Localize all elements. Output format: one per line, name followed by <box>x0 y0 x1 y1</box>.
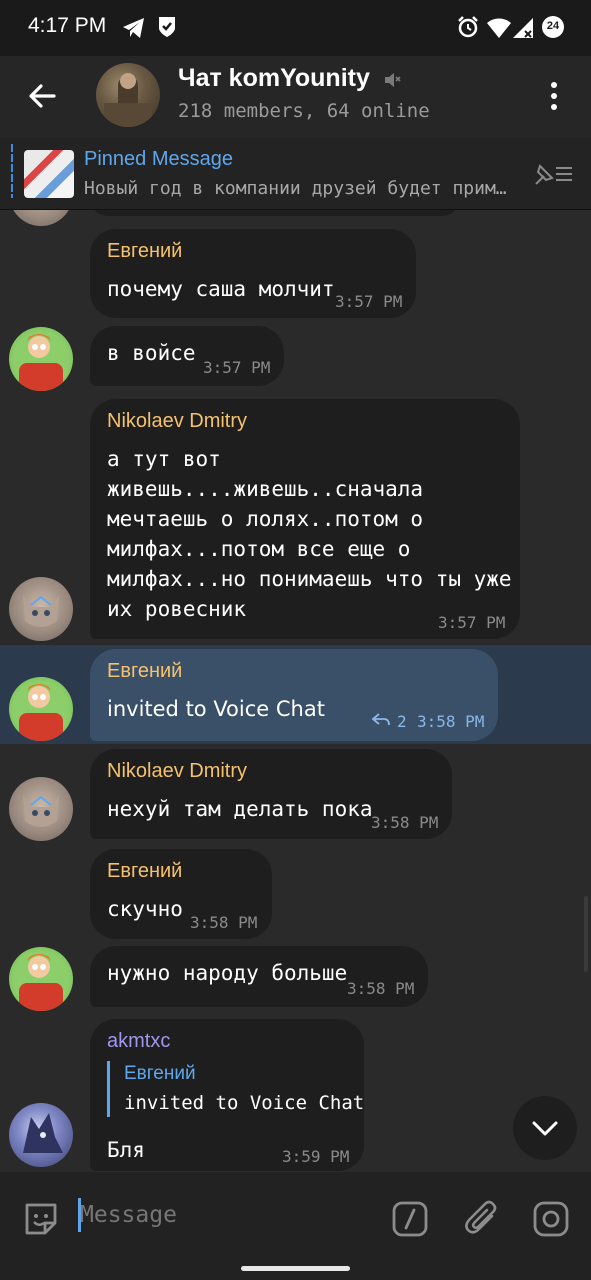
message-time: 3:57 PM <box>335 292 403 311</box>
message-bubble[interactable]: нужно народу больше 3:58 PM <box>90 946 428 1007</box>
battery-level: 24 <box>546 20 560 32</box>
message-sender[interactable]: Евгений <box>107 660 182 683</box>
message-bubble[interactable]: Nikolaev Dmitry а тут вот живешь....живе… <box>90 399 520 639</box>
reply-quote-sender: Евгений <box>124 1063 196 1084</box>
wifi-icon <box>486 17 512 43</box>
scrollbar[interactable] <box>584 896 588 972</box>
chat-title[interactable]: Чат komYounity <box>178 64 370 93</box>
scroll-down-button[interactable] <box>513 1096 577 1160</box>
home-indicator[interactable] <box>241 1266 350 1271</box>
pinned-list-icon[interactable] <box>532 160 574 192</box>
status-bar: 4:17 PM 24 <box>0 0 591 56</box>
pinned-indicator <box>11 144 13 198</box>
avatar[interactable] <box>9 1103 73 1167</box>
shield-check-icon <box>157 15 177 43</box>
pinned-title: Pinned Message <box>84 148 233 170</box>
avatar[interactable] <box>9 777 73 841</box>
signal-icon <box>512 17 534 43</box>
pinned-text: Новый год в компании друзей будет прим… <box>84 178 507 199</box>
message-sender[interactable]: Евгений <box>107 860 182 883</box>
message-time: 3:58 PM <box>190 913 258 932</box>
reply-arrow-icon <box>371 712 390 731</box>
message-bubble[interactable]: Евгений почему саша молчит 3:57 PM <box>90 229 416 318</box>
avatar[interactable] <box>9 327 73 391</box>
message-input-bar: Message <box>0 1172 591 1280</box>
status-time: 4:17 PM <box>28 14 107 37</box>
message-bubble[interactable]: akmtxc Евгений invited to Voice Chat Бля… <box>90 1019 364 1171</box>
chat-avatar[interactable] <box>96 63 160 127</box>
camera-icon[interactable] <box>533 1201 569 1241</box>
message-time: 3:57 PM <box>438 613 506 632</box>
more-vertical-icon <box>551 82 557 110</box>
message-bubble[interactable]: Евгений invited to Voice Chat 2 3:58 PM <box>90 649 498 741</box>
avatar[interactable] <box>9 947 73 1011</box>
message-time: 3:58 PM <box>347 979 415 998</box>
back-arrow-icon <box>29 84 56 108</box>
message-text: почему саша молчит <box>107 277 335 301</box>
mute-icon <box>383 71 401 93</box>
chevron-down-icon <box>532 1121 558 1136</box>
attach-icon[interactable] <box>464 1200 500 1242</box>
back-button[interactable] <box>22 76 62 116</box>
avatar[interactable] <box>9 577 73 641</box>
message-list[interactable]: Евгений почему саша молчит 3:57 PM в вой… <box>0 210 591 1172</box>
reply-quote-text: invited to Voice Chat <box>124 1092 365 1114</box>
message-text: нехуй там делать пока <box>107 797 373 821</box>
pinned-thumbnail <box>24 150 74 198</box>
message-time: 3:59 PM <box>282 1147 350 1166</box>
chat-header: Чат komYounity 218 members, 64 online <box>0 56 591 138</box>
more-menu-button[interactable] <box>542 80 566 112</box>
message-text: а тут вот живешь....живешь..сначала мечт… <box>107 447 512 621</box>
message-text: нужно народу больше <box>107 961 348 985</box>
message-text: invited to Voice Chat <box>107 697 325 721</box>
message-sender[interactable]: Nikolaev Dmitry <box>107 410 247 433</box>
message-bubble[interactable]: Nikolaev Dmitry нехуй там делать пока 3:… <box>90 749 452 839</box>
message-text: скучно <box>107 897 183 921</box>
message-sender[interactable]: Евгений <box>107 240 182 263</box>
message-text: в войсе <box>107 341 196 365</box>
telegram-icon <box>122 17 146 43</box>
reply-quote[interactable]: Евгений invited to Voice Chat <box>107 1061 364 1117</box>
chat-members-count: 218 members, 64 online <box>178 100 430 122</box>
sticker-icon[interactable] <box>23 1201 59 1241</box>
message-time: 3:58 PM <box>371 813 439 832</box>
message-time: 3:58 PM <box>417 712 485 731</box>
pinned-message-bar[interactable]: Pinned Message Новый год в компании друз… <box>0 138 591 210</box>
message-bubble-partial <box>90 210 460 216</box>
alarm-icon <box>456 15 480 43</box>
message-text: Бля <box>107 1138 145 1162</box>
message-time: 3:57 PM <box>203 358 271 377</box>
message-input[interactable]: Message <box>80 1202 177 1228</box>
message-bubble[interactable]: Евгений скучно 3:58 PM <box>90 849 272 939</box>
message-sender[interactable]: akmtxc <box>107 1030 170 1053</box>
bot-command-icon[interactable] <box>392 1201 428 1241</box>
avatar[interactable] <box>9 677 73 741</box>
reply-count[interactable]: 2 <box>397 712 407 731</box>
avatar <box>9 210 73 226</box>
message-sender[interactable]: Nikolaev Dmitry <box>107 760 247 783</box>
message-bubble[interactable]: в войсе 3:57 PM <box>90 326 284 386</box>
